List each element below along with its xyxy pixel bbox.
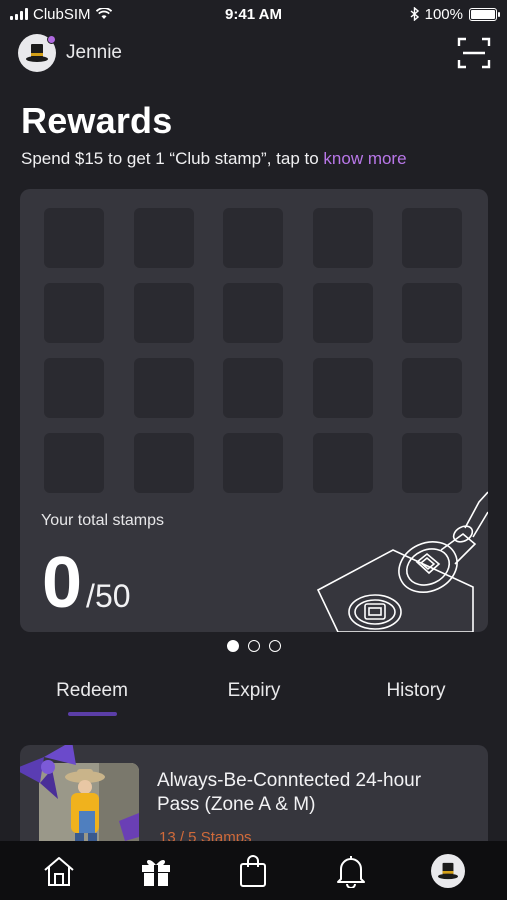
carrier-name: ClubSIM xyxy=(33,5,91,23)
notification-dot xyxy=(47,35,56,44)
pagination-dots xyxy=(0,640,507,652)
status-right: 100% xyxy=(410,5,500,23)
stamp-illustration-icon xyxy=(316,491,488,632)
tab-expiry[interactable]: Expiry xyxy=(228,680,281,702)
stamp-slot xyxy=(223,358,283,418)
stamp-slot xyxy=(223,208,283,268)
profile-avatar-icon xyxy=(431,853,466,888)
signal-icon xyxy=(10,8,28,20)
stamp-card[interactable]: Your total stamps 0 /50 xyxy=(20,189,488,632)
avatar[interactable] xyxy=(18,34,56,72)
stamp-slot xyxy=(44,358,104,418)
pagination-dot[interactable] xyxy=(268,640,281,652)
total-stamps: 0 /50 xyxy=(42,547,131,619)
nav-shop[interactable] xyxy=(233,851,273,891)
stamp-slot xyxy=(133,283,194,343)
total-stamps-label: Your total stamps xyxy=(41,512,165,529)
stamp-slot xyxy=(312,283,373,343)
tab-redeem[interactable]: Redeem xyxy=(56,680,128,702)
stamp-slot xyxy=(133,358,194,418)
stamp-slot xyxy=(133,433,194,493)
wifi-icon xyxy=(95,8,112,19)
nav-profile[interactable] xyxy=(428,851,468,891)
stamp-slot xyxy=(402,283,462,343)
tab-bar: Redeem Expiry History xyxy=(0,680,507,720)
stamp-slot xyxy=(223,433,283,493)
nav-home[interactable] xyxy=(39,851,79,891)
tab-history[interactable]: History xyxy=(386,680,445,702)
stamp-grid xyxy=(44,208,462,493)
ribbon-icon xyxy=(20,745,76,799)
home-icon xyxy=(44,856,74,886)
total-stamps-max: /50 xyxy=(86,578,131,614)
scan-icon[interactable] xyxy=(457,36,491,70)
stamp-slot xyxy=(223,283,283,343)
reward-item-title: Always-Be-Conntected 24-hour Pass (Zone … xyxy=(157,770,422,815)
status-left: ClubSIM xyxy=(10,6,112,23)
bell-icon xyxy=(336,855,365,888)
bottom-nav xyxy=(0,841,507,900)
total-stamps-count: 0 xyxy=(42,543,83,623)
battery-level xyxy=(471,9,495,19)
battery-icon xyxy=(469,7,500,21)
header: Jennie xyxy=(18,33,491,73)
stamp-slot xyxy=(402,208,462,268)
user-profile[interactable]: Jennie xyxy=(18,34,122,72)
gift-icon xyxy=(142,859,171,886)
stamp-slot xyxy=(312,358,373,418)
stamp-slot xyxy=(44,208,104,268)
stamp-slot xyxy=(312,208,373,268)
page-title: Rewards xyxy=(21,100,173,141)
battery-percent: 100% xyxy=(424,5,463,23)
status-bar: ClubSIM 9:41 AM 100% xyxy=(0,0,507,28)
active-tab-indicator xyxy=(68,712,117,716)
top-hat-icon xyxy=(26,44,48,62)
stamp-slot xyxy=(44,433,104,493)
pagination-dot[interactable] xyxy=(247,640,260,652)
nav-notifications[interactable] xyxy=(331,851,371,891)
stamp-slot xyxy=(133,208,194,268)
pagination-dot[interactable] xyxy=(226,640,239,652)
username: Jennie xyxy=(66,42,122,63)
page-subtitle: Spend $15 to get 1 “Club stamp”, tap to … xyxy=(21,149,407,169)
subtitle-text: Spend $15 to get 1 “Club stamp”, tap to xyxy=(21,149,324,168)
stamp-slot xyxy=(402,358,462,418)
know-more-link[interactable]: know more xyxy=(323,149,406,168)
nav-rewards[interactable] xyxy=(136,851,176,891)
stamp-slot xyxy=(44,283,104,343)
bluetooth-icon xyxy=(410,7,419,21)
shopping-bag-icon xyxy=(240,854,267,887)
